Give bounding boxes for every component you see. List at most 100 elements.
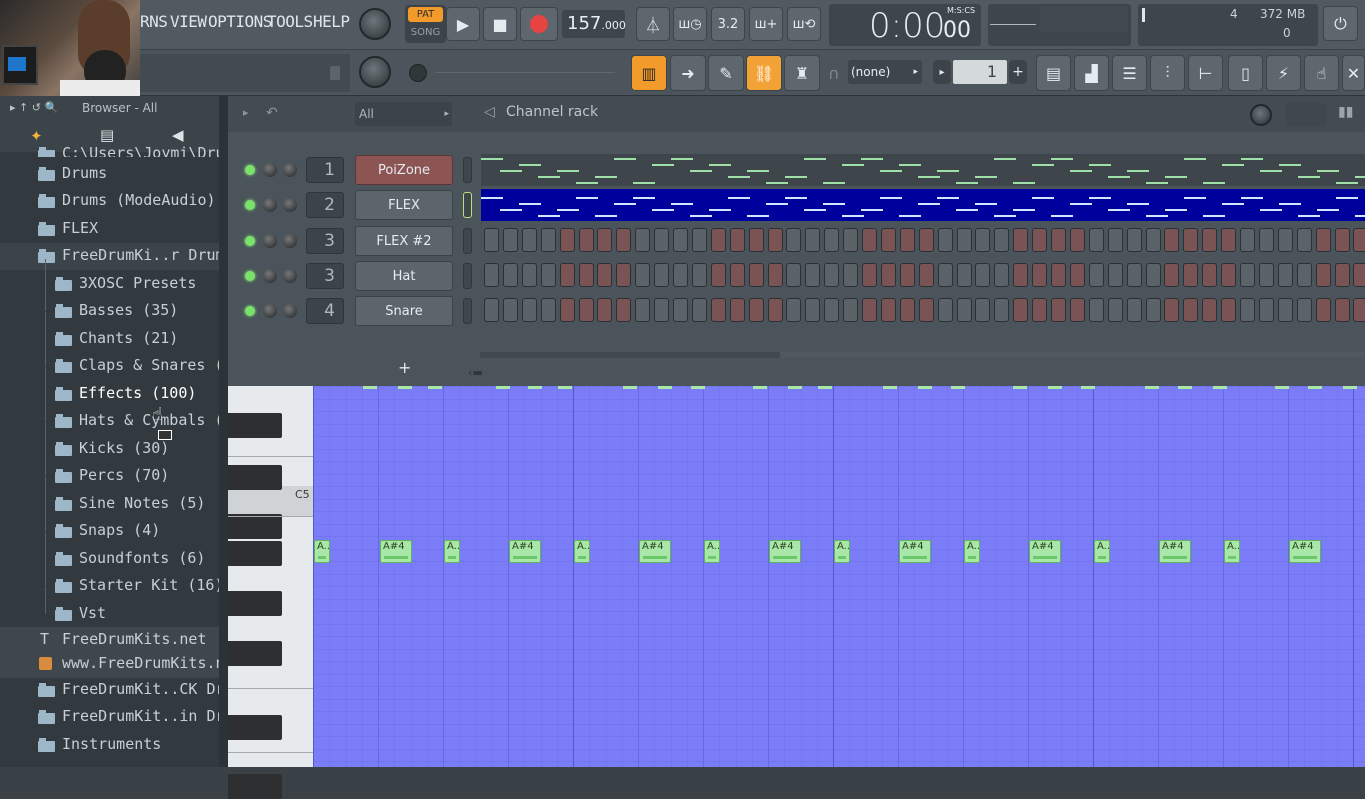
- browser-item[interactable]: Vst: [0, 587, 219, 628]
- step-button[interactable]: [654, 228, 670, 252]
- browser-item[interactable]: Sine Notes (5): [0, 477, 219, 518]
- step-button[interactable]: [502, 263, 518, 287]
- step-button[interactable]: [1221, 228, 1237, 252]
- wait-for-input-button[interactable]: ш◷: [673, 7, 707, 41]
- step-button[interactable]: [729, 228, 745, 252]
- step-button[interactable]: [673, 298, 688, 322]
- step-button[interactable]: [1126, 228, 1142, 252]
- step-button[interactable]: [1183, 228, 1199, 252]
- step-button[interactable]: [710, 263, 726, 287]
- step-button[interactable]: [1032, 228, 1048, 252]
- channel-name-button[interactable]: Hat: [355, 261, 453, 291]
- draw-button[interactable]: ✎: [708, 55, 744, 91]
- channel-pan-knob[interactable]: [263, 198, 277, 212]
- channel-volume-knob[interactable]: [283, 304, 297, 318]
- channel-mute-led[interactable]: [245, 165, 255, 175]
- step-button[interactable]: [710, 298, 726, 322]
- step-button[interactable]: [1240, 298, 1255, 322]
- channel-select-indicator[interactable]: [463, 263, 472, 289]
- channel-name-button[interactable]: Snare: [355, 296, 453, 326]
- add-channel-button[interactable]: +: [398, 358, 411, 377]
- step-button[interactable]: [578, 228, 594, 252]
- step-button[interactable]: [1296, 298, 1312, 322]
- step-button[interactable]: [502, 298, 518, 322]
- step-button[interactable]: [805, 228, 821, 252]
- step-button[interactable]: [673, 263, 688, 287]
- menu-patterns[interactable]: RNS: [140, 12, 168, 36]
- browser-item[interactable]: www.FreeDrumKits.net: [0, 651, 243, 678]
- browser-item[interactable]: Drums: [0, 161, 219, 188]
- channel-mixer-track[interactable]: 3: [306, 263, 344, 289]
- snap-select[interactable]: (none) ▸: [848, 60, 922, 84]
- step-button[interactable]: [635, 228, 651, 252]
- channel-select-indicator[interactable]: [463, 192, 472, 218]
- channel-name-button[interactable]: PoiZone: [355, 155, 453, 185]
- piano-roll-grid[interactable]: A.. A#4 A.. A#4 A.. A#4 A.. A#4 A.. A#4 A.. A#4 A.. A…: [313, 386, 1365, 767]
- step-button[interactable]: [540, 298, 556, 322]
- mixer-button[interactable]: ⫶: [1150, 55, 1185, 91]
- piano-roll-note[interactable]: A#4: [380, 540, 412, 563]
- step-button[interactable]: [1164, 228, 1180, 252]
- step-button[interactable]: [559, 263, 575, 287]
- step-button[interactable]: [1088, 298, 1104, 322]
- step-edit-button[interactable]: ш+: [749, 7, 783, 41]
- step-button[interactable]: [843, 228, 859, 252]
- step-button[interactable]: [1334, 298, 1350, 322]
- step-button[interactable]: [1202, 228, 1218, 252]
- rack-scrollbar[interactable]: [480, 352, 1364, 358]
- pat-song-toggle[interactable]: PAT SONG: [405, 5, 446, 43]
- project-info-button[interactable]: ▯: [1228, 55, 1263, 91]
- step-button[interactable]: [1145, 263, 1161, 287]
- channel-select-indicator[interactable]: [463, 228, 472, 254]
- channel-name-button[interactable]: FLEX #2: [355, 226, 453, 256]
- more-button[interactable]: ✕: [1342, 55, 1365, 91]
- loop-record-button[interactable]: ш⟲: [787, 7, 821, 41]
- step-button[interactable]: [540, 228, 556, 252]
- rack-scroll-thumb[interactable]: [780, 352, 1364, 358]
- step-button[interactable]: [710, 228, 726, 252]
- stamp-button[interactable]: ♜: [784, 55, 820, 91]
- step-button[interactable]: [1032, 263, 1048, 287]
- step-button[interactable]: [1221, 298, 1237, 322]
- step-button[interactable]: [824, 263, 840, 287]
- step-button[interactable]: [1277, 298, 1293, 322]
- channel-mute-led[interactable]: [245, 236, 255, 246]
- step-button[interactable]: [786, 228, 802, 252]
- piano-roll-note[interactable]: A..: [1224, 540, 1240, 563]
- channel-note-preview[interactable]: [481, 154, 1365, 186]
- step-button[interactable]: [559, 228, 575, 252]
- master-pitch-knob[interactable]: [359, 56, 391, 88]
- channel-pan-knob[interactable]: [263, 163, 277, 177]
- step-button[interactable]: [635, 263, 651, 287]
- browser-item[interactable]: Snaps (4): [0, 504, 219, 545]
- step-button[interactable]: [578, 263, 594, 287]
- piano-roll-note[interactable]: A#4: [899, 540, 931, 563]
- channel-step-sequencer[interactable]: [481, 295, 1365, 327]
- step-button[interactable]: [1107, 228, 1123, 252]
- step-button[interactable]: [956, 298, 972, 322]
- piano-roll-note[interactable]: A#4: [1159, 540, 1191, 563]
- piano-roll-note[interactable]: A..: [964, 540, 980, 563]
- help-button[interactable]: ☝: [1304, 55, 1339, 91]
- step-button[interactable]: [1353, 228, 1365, 252]
- step-button[interactable]: [994, 228, 1010, 252]
- step-button[interactable]: [616, 228, 632, 252]
- step-button[interactable]: [484, 228, 499, 252]
- step-button[interactable]: [597, 228, 613, 252]
- step-button[interactable]: [748, 263, 764, 287]
- black-key[interactable]: [228, 465, 282, 490]
- step-button[interactable]: [1296, 228, 1312, 252]
- step-button[interactable]: [1013, 298, 1029, 322]
- step-button[interactable]: [691, 228, 707, 252]
- step-button[interactable]: [918, 228, 934, 252]
- step-button[interactable]: [786, 263, 802, 287]
- step-button[interactable]: [1315, 298, 1331, 322]
- magnet-icon[interactable]: ∩: [828, 64, 844, 83]
- step-button[interactable]: [502, 228, 518, 252]
- step-button[interactable]: [1258, 263, 1274, 287]
- piano-roll-note[interactable]: A#4: [1289, 540, 1321, 563]
- step-button[interactable]: [1315, 228, 1331, 252]
- step-button[interactable]: [767, 228, 783, 252]
- plugin-db-button[interactable]: ⚡: [1266, 55, 1301, 91]
- step-button[interactable]: [597, 298, 613, 322]
